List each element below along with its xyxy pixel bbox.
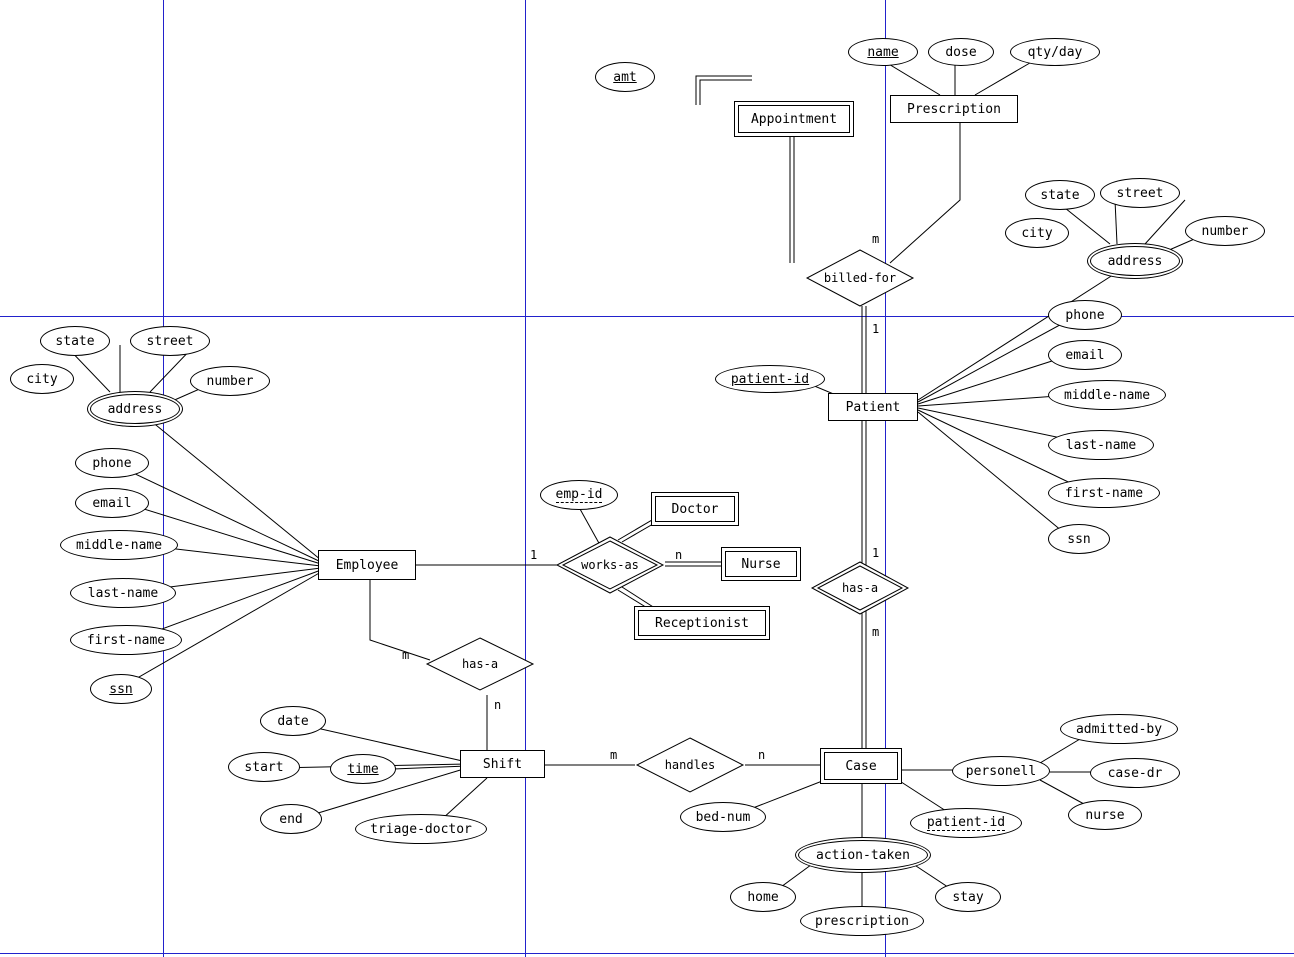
attr-qty: qty/day — [1010, 38, 1100, 66]
entity-receptionist: Receptionist — [638, 610, 766, 636]
attr-pat-first: first-name — [1048, 478, 1160, 508]
attr-emp-address: address — [90, 394, 180, 424]
attr-emp-id: emp-id — [540, 480, 618, 510]
entity-patient: Patient — [828, 393, 918, 421]
rel-has-a-patient: has-a — [810, 560, 910, 616]
rel-works-as: works-as — [555, 535, 665, 595]
attr-name: name — [848, 38, 918, 66]
attr-case-stay: stay — [935, 882, 1001, 912]
card-hasemp-n: n — [494, 698, 501, 712]
attr-patient-id: patient-id — [715, 365, 825, 393]
entity-shift: Shift — [460, 750, 545, 778]
attr-shift-triage: triage-doctor — [355, 814, 487, 844]
card-handles-m: m — [610, 748, 617, 762]
attr-case-personell: personell — [952, 756, 1050, 786]
attr-case-nurse: nurse — [1068, 800, 1142, 830]
card-haspat-m: m — [872, 625, 879, 639]
attr-pat-city: city — [1005, 218, 1069, 248]
attr-shift-time: time — [330, 754, 396, 784]
entity-nurse: Nurse — [725, 551, 797, 577]
entity-employee: Employee — [318, 550, 416, 580]
attr-pat-number: number — [1185, 216, 1265, 246]
rel-handles: handles — [635, 736, 745, 794]
rel-billed-for: billed-for — [805, 248, 915, 308]
attr-case-home: home — [730, 882, 796, 912]
card-haspat-1: 1 — [872, 546, 879, 560]
attr-dose: dose — [928, 38, 994, 66]
attr-case-admitted: admitted-by — [1060, 714, 1178, 744]
attr-case-action: action-taken — [798, 840, 928, 870]
card-billed-m: m — [872, 232, 879, 246]
attr-pat-last: last-name — [1048, 430, 1154, 460]
attr-emp-phone: phone — [75, 448, 149, 478]
entity-appointment: Appointment — [738, 105, 850, 133]
attr-pat-street: street — [1100, 178, 1180, 208]
attr-emp-last: last-name — [70, 578, 176, 608]
attr-case-prescription: prescription — [800, 906, 924, 936]
attr-emp-email: email — [75, 488, 149, 518]
attr-emp-ssn: ssn — [90, 674, 152, 704]
card-works-1: 1 — [530, 548, 537, 562]
attr-emp-number: number — [190, 366, 270, 396]
attr-pat-phone: phone — [1048, 300, 1122, 330]
attr-shift-start: start — [228, 752, 300, 782]
rel-has-a-emp: has-a — [425, 636, 535, 692]
card-works-n: n — [675, 548, 682, 562]
attr-case-patient-id: patient-id — [910, 808, 1022, 838]
attr-emp-city: city — [10, 364, 74, 394]
attr-shift-end: end — [260, 804, 322, 834]
attr-emp-street: street — [130, 326, 210, 356]
attr-emp-middle: middle-name — [60, 530, 178, 560]
attr-pat-middle: middle-name — [1048, 380, 1166, 410]
card-handles-n: n — [758, 748, 765, 762]
attr-amt: amt — [595, 62, 655, 92]
attr-pat-address: address — [1090, 246, 1180, 276]
entity-doctor: Doctor — [655, 496, 735, 522]
attr-shift-date: date — [260, 706, 326, 736]
card-hasemp-m: m — [402, 648, 409, 662]
attr-case-bed: bed-num — [680, 802, 766, 832]
entity-case: Case — [824, 752, 898, 780]
attr-emp-first: first-name — [70, 625, 182, 655]
card-billed-1: 1 — [872, 322, 879, 336]
attr-pat-state: state — [1025, 180, 1095, 210]
attr-pat-email: email — [1048, 340, 1122, 370]
entity-prescription: Prescription — [890, 95, 1018, 123]
attr-case-dr: case-dr — [1090, 758, 1180, 788]
attr-emp-state: state — [40, 326, 110, 356]
attr-pat-ssn: ssn — [1048, 524, 1110, 554]
